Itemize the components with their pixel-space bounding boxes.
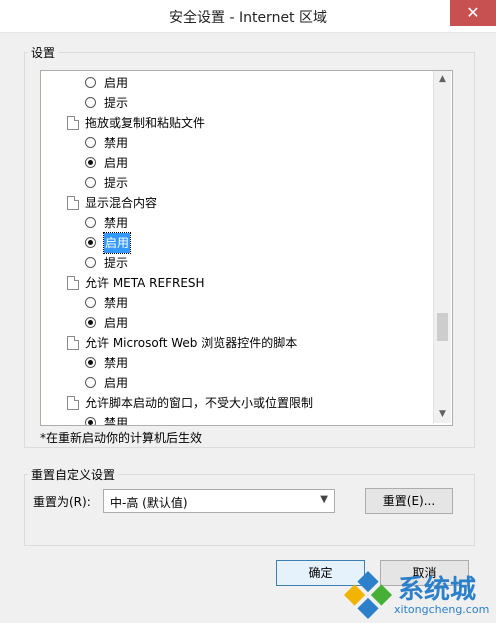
radio-button[interactable] [85, 317, 96, 328]
setting-option-label[interactable]: 启用 [102, 232, 132, 254]
setting-option-label[interactable]: 禁用 [104, 133, 128, 153]
setting-option[interactable]: 提示 [41, 93, 431, 113]
setting-option[interactable]: 启用 [41, 73, 431, 93]
radio-button[interactable] [85, 357, 96, 368]
setting-option[interactable]: 启用 [41, 373, 431, 393]
setting-option[interactable]: 提示 [41, 173, 431, 193]
setting-option-label[interactable]: 启用 [104, 73, 128, 93]
setting-header: 允许 META REFRESH [41, 273, 431, 293]
document-icon [67, 396, 79, 410]
radio-button[interactable] [85, 157, 96, 168]
setting-option[interactable]: 提示 [41, 253, 431, 273]
setting-header: 显示混合内容 [41, 193, 431, 213]
document-icon [67, 196, 79, 210]
setting-option-label[interactable]: 禁用 [104, 213, 128, 233]
setting-option[interactable]: 禁用 [41, 293, 431, 313]
settings-scrollbar[interactable]: ▲ ▼ [433, 71, 451, 423]
window-title: 安全设置 - Internet 区域 [169, 10, 327, 26]
radio-button[interactable] [85, 177, 96, 188]
setting-header-label: 拖放或复制和粘贴文件 [85, 116, 206, 130]
setting-option[interactable]: 启用 [41, 153, 431, 173]
radio-button[interactable] [85, 417, 96, 425]
reset-group-legend: 重置自定义设置 [28, 466, 119, 483]
setting-option[interactable]: 禁用 [41, 413, 431, 425]
setting-option-label[interactable]: 提示 [104, 93, 128, 113]
settings-group-legend: 设置 [28, 44, 59, 61]
setting-option[interactable]: 启用 [41, 313, 431, 333]
document-icon [67, 116, 79, 130]
chevron-down-icon: ▼ [320, 494, 328, 505]
radio-button[interactable] [85, 257, 96, 268]
setting-header-label: 允许 Microsoft Web 浏览器控件的脚本 [85, 336, 298, 350]
radio-button[interactable] [85, 77, 96, 88]
reset-to-label: 重置为(R): [33, 495, 91, 509]
scroll-down-icon[interactable]: ▼ [434, 406, 451, 423]
watermark-text: 系统城 [398, 575, 477, 605]
setting-option[interactable]: 禁用 [41, 133, 431, 153]
security-level-value: 中-高 (默认值) [110, 496, 188, 510]
radio-button[interactable] [85, 377, 96, 388]
title-bar: 安全设置 - Internet 区域 ✕ [0, 0, 496, 33]
settings-list[interactable]: 启用 提示 拖放或复制和粘贴文件 禁用 启用 提示 显示混合内容 禁用 启用 提示 允许 META … [40, 70, 453, 426]
document-icon [67, 336, 79, 350]
radio-button[interactable] [85, 97, 96, 108]
setting-option[interactable]: 禁用 [41, 353, 431, 373]
radio-button[interactable] [85, 297, 96, 308]
setting-header-label: 显示混合内容 [85, 196, 158, 210]
setting-option-label[interactable]: 启用 [104, 153, 128, 173]
setting-option-label[interactable]: 提示 [104, 173, 128, 193]
setting-header: 拖放或复制和粘贴文件 [41, 113, 431, 133]
setting-option[interactable]: 启用 [41, 232, 431, 254]
close-button[interactable]: ✕ [450, 0, 496, 26]
setting-option-label[interactable]: 启用 [104, 373, 128, 393]
document-icon [67, 276, 79, 290]
windows-logo-icon [343, 570, 393, 620]
setting-header: 允许脚本启动的窗口，不受大小或位置限制 [41, 393, 431, 413]
security-level-dropdown[interactable]: 中-高 (默认值) ▼ [103, 489, 335, 513]
setting-option-label[interactable]: 禁用 [104, 353, 128, 373]
setting-header: 允许 Microsoft Web 浏览器控件的脚本 [41, 333, 431, 353]
scroll-thumb[interactable] [437, 313, 448, 341]
watermark-url: xitongcheng.com [394, 603, 490, 616]
setting-option-label[interactable]: 提示 [104, 253, 128, 273]
radio-button[interactable] [85, 237, 96, 248]
setting-option-label[interactable]: 禁用 [104, 293, 128, 313]
radio-button[interactable] [85, 217, 96, 228]
setting-option-label[interactable]: 启用 [104, 313, 128, 333]
setting-header-label: 允许 META REFRESH [85, 276, 205, 290]
setting-option-label[interactable]: 禁用 [104, 413, 128, 425]
radio-button[interactable] [85, 137, 96, 148]
restart-note: *在重新启动你的计算机后生效 [40, 431, 203, 445]
setting-header-label: 允许脚本启动的窗口，不受大小或位置限制 [85, 396, 314, 410]
watermark-logo: 系统城 xitongcheng.com [340, 567, 496, 623]
scroll-up-icon[interactable]: ▲ [434, 71, 451, 88]
reset-button[interactable]: 重置(E)... [365, 488, 453, 514]
setting-option[interactable]: 禁用 [41, 213, 431, 233]
